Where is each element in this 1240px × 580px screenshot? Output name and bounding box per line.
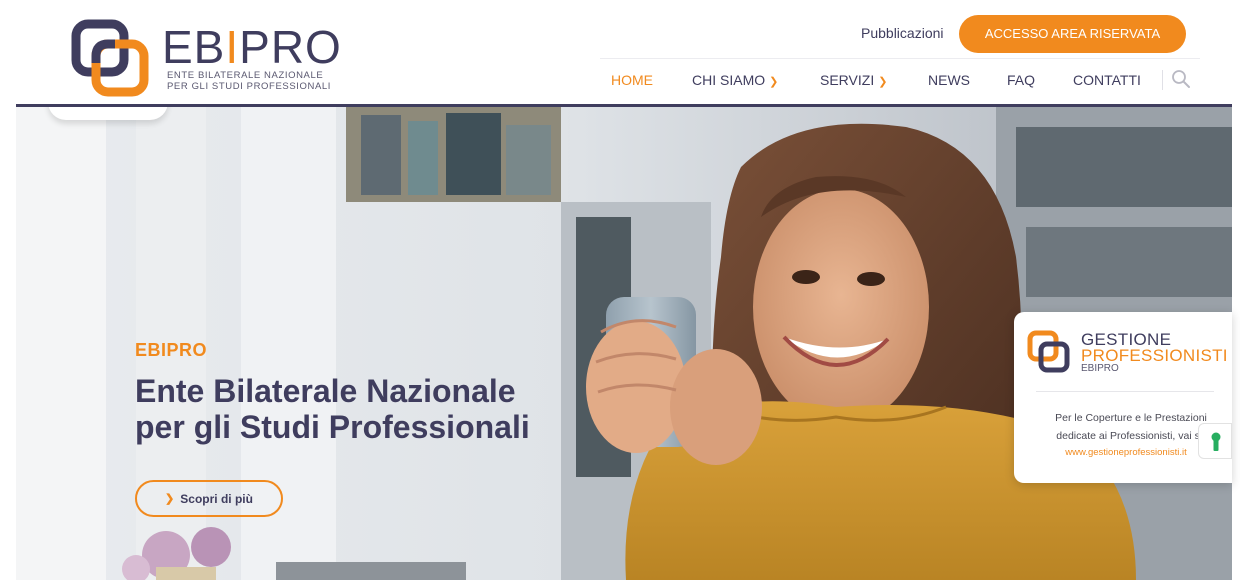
nav-divider: [600, 58, 1200, 59]
keyhole-icon: [1211, 432, 1221, 451]
nav-item-home[interactable]: HOME: [611, 72, 653, 88]
nav-item-faq[interactable]: FAQ: [1007, 72, 1035, 88]
chevron-right-icon: ❯: [165, 493, 175, 505]
accesso-area-riservata-button[interactable]: ACCESSO AREA RISERVATA: [959, 15, 1186, 53]
chevron-down-icon: ❯: [878, 76, 888, 88]
accessibility-tab[interactable]: [1198, 423, 1232, 459]
card-title-line3: EBIPRO: [1081, 363, 1119, 374]
hero-eyebrow: EBIPRO: [135, 340, 208, 360]
nav-separator: [1162, 70, 1163, 90]
gestione-professionisti-logo-icon: [1027, 330, 1070, 373]
ebipro-logo-icon: [71, 19, 149, 97]
scopri-di-piu-button[interactable]: ❯ Scopri di più: [135, 480, 283, 517]
hero-headline: Ente Bilaterale Nazionale per gli Studi …: [135, 373, 530, 445]
search-icon[interactable]: [1170, 68, 1192, 90]
logo-wordmark: EBIPRO: [162, 21, 342, 73]
nav-item-servizi[interactable]: SERVIZI ❯: [820, 72, 887, 88]
nav-item-contatti[interactable]: CONTATTI: [1073, 72, 1141, 88]
gestione-professionisti-link[interactable]: www.gestioneprofessionisti.it: [1036, 447, 1216, 458]
logo-subtitle: ENTE BILATERALE NAZIONALE PER GLI STUDI …: [167, 70, 332, 92]
pubblicazioni-link[interactable]: Pubblicazioni: [861, 25, 944, 41]
header-divider: [16, 104, 1232, 107]
nav-item-news[interactable]: NEWS: [928, 72, 970, 88]
chevron-down-icon: ❯: [769, 76, 779, 88]
nav-item-chi-siamo[interactable]: CHI SIAMO ❯: [692, 72, 778, 88]
site-logo[interactable]: EBIPRO ENTE BILATERALE NAZIONALE PER GLI…: [70, 18, 341, 102]
card-divider: [1036, 391, 1214, 392]
